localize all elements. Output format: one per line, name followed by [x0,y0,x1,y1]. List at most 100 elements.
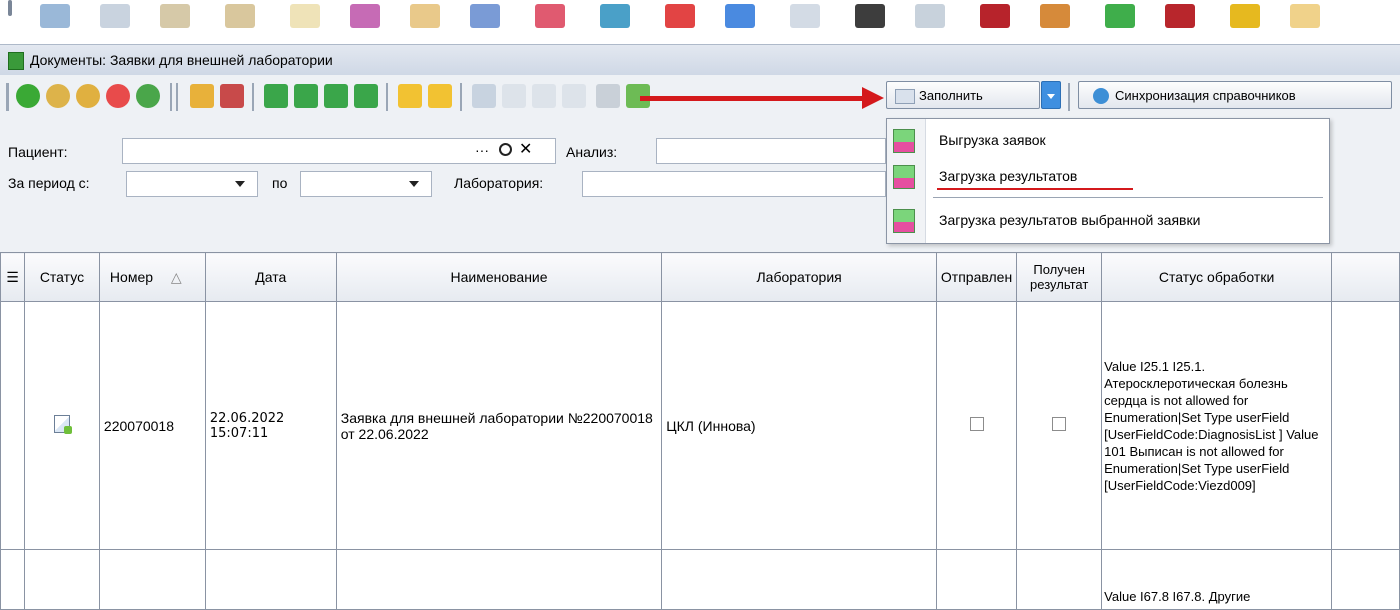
filter-settings-icon[interactable] [562,84,586,108]
next-icon[interactable] [324,84,348,108]
chevron-down-icon[interactable] [235,181,245,187]
timer-icon[interactable] [1040,4,1070,28]
date-cell [204,549,337,610]
favorite-add-icon[interactable] [398,84,422,108]
sent-cell [935,301,1018,550]
annotation-underline [937,188,1133,190]
period-to-field[interactable] [300,171,432,197]
menu-item-label: Загрузка результатов [939,168,1078,184]
tube-icon[interactable] [1105,4,1135,28]
col-sent[interactable]: Отправлен [935,252,1018,302]
col-name[interactable]: Наименование [335,252,663,302]
col-number[interactable]: Номер △ [98,252,206,302]
fill-button-label: Заполнить [919,88,983,103]
last-icon[interactable] [354,84,378,108]
menu-item-load-results[interactable]: Загрузка результатов [887,159,1329,193]
unlock-icon[interactable] [220,84,244,108]
prev-icon[interactable] [294,84,318,108]
medical-icon[interactable] [600,4,630,28]
note-icon[interactable] [1290,4,1320,28]
refresh-icon[interactable] [136,84,160,108]
pencil-icon[interactable] [76,84,100,108]
chevron-down-icon[interactable] [409,181,419,187]
sync-button-label: Синхронизация справочников [1115,88,1296,103]
dots-button[interactable]: ··· [475,142,489,158]
scan-icon[interactable] [535,4,565,28]
clock-icon[interactable] [915,4,945,28]
lab-cell [661,549,937,610]
annotation-arrow-head [862,87,884,109]
lock-icon[interactable] [190,84,214,108]
fill-dropdown-menu: Выгрузка заявок Загрузка результатов Заг… [886,118,1330,244]
fill-button[interactable]: Заполнить [886,81,1040,109]
name-cell: Заявка для внешней лаборатории №22007001… [335,301,663,550]
filter-icon[interactable] [502,84,526,108]
analysis-label: Анализ: [566,144,618,160]
notebook-icon[interactable] [225,4,255,28]
flask-icon[interactable] [350,4,380,28]
window-title: Документы: Заявки для внешней лаборатори… [30,52,333,68]
disk-icon[interactable] [790,4,820,28]
book-icon[interactable] [980,4,1010,28]
period-from-field[interactable] [126,171,258,197]
folder-icon[interactable] [160,4,190,28]
filter-clear-icon[interactable] [532,84,556,108]
xml-upload-icon [893,129,915,153]
calendar-icon[interactable] [472,84,496,108]
table-row[interactable]: Value I67.8 I67.8. Другие [0,549,1400,610]
favorite-icon[interactable] [428,84,452,108]
row-indicator[interactable] [0,301,25,550]
status-cell [23,301,100,550]
patient-icon[interactable] [40,4,70,28]
fill-dropdown-button[interactable] [1041,81,1061,109]
menu-item-load-selected-results[interactable]: Загрузка результатов выбранной заявки [887,203,1329,237]
add-icon[interactable] [16,84,40,108]
delete-icon[interactable] [106,84,130,108]
col-status[interactable]: Статус [23,252,100,302]
chart-icon[interactable] [1165,4,1195,28]
patient-field[interactable]: ··· ✕ [122,138,556,164]
header-row: ☰ Статус Номер △ Дата Наименование Лабор… [0,252,1400,302]
clear-icon[interactable]: ✕ [519,139,532,159]
col-lab[interactable]: Лаборатория [661,252,937,302]
column-chooser-icon[interactable]: ☰ [0,252,25,302]
syringe-icon[interactable] [470,4,500,28]
menu-item-export-requests[interactable]: Выгрузка заявок [887,123,1329,157]
col-processing-status[interactable]: Статус обработки [1101,252,1333,302]
print-icon[interactable] [596,84,620,108]
yellow-box-icon[interactable] [1230,4,1260,28]
lab-label: Лаборатория: [454,175,544,191]
action-toolbar: Заполнить Синхронизация справочников [0,75,1400,121]
separator [176,83,178,111]
search-icon[interactable] [499,143,512,156]
status-cell [23,549,100,610]
fill-icon [895,89,915,104]
menu-item-label: Выгрузка заявок [939,132,1046,148]
sent-checkbox[interactable] [969,417,984,431]
lab-field[interactable] [582,171,886,197]
name-cell [335,549,663,610]
app-toolbar [0,0,1400,36]
received-checkbox[interactable] [1052,417,1067,431]
edit-icon[interactable] [46,84,70,108]
edit-icon[interactable] [410,4,440,28]
first-aid-icon[interactable] [665,4,695,28]
col-received[interactable]: Получен результат [1016,252,1103,302]
period-to-label: по [272,175,288,191]
separator [460,83,462,111]
col-date[interactable]: Дата [204,252,337,302]
sync-references-button[interactable]: Синхронизация справочников [1078,81,1392,109]
separator [252,83,254,111]
first-icon[interactable] [264,84,288,108]
received-cell [1016,549,1103,610]
document-status-icon [53,415,72,434]
col-extra[interactable] [1331,252,1400,302]
cube-icon[interactable] [725,4,755,28]
extra-cell [1331,301,1400,550]
paper-icon[interactable] [290,4,320,28]
row-indicator[interactable] [0,549,25,610]
table-row[interactable]: 220070018 22.06.2022 15:07:11 Заявка для… [0,301,1400,550]
document-icon[interactable] [100,4,130,28]
barcode-icon[interactable] [855,4,885,28]
analysis-field[interactable] [656,138,886,164]
